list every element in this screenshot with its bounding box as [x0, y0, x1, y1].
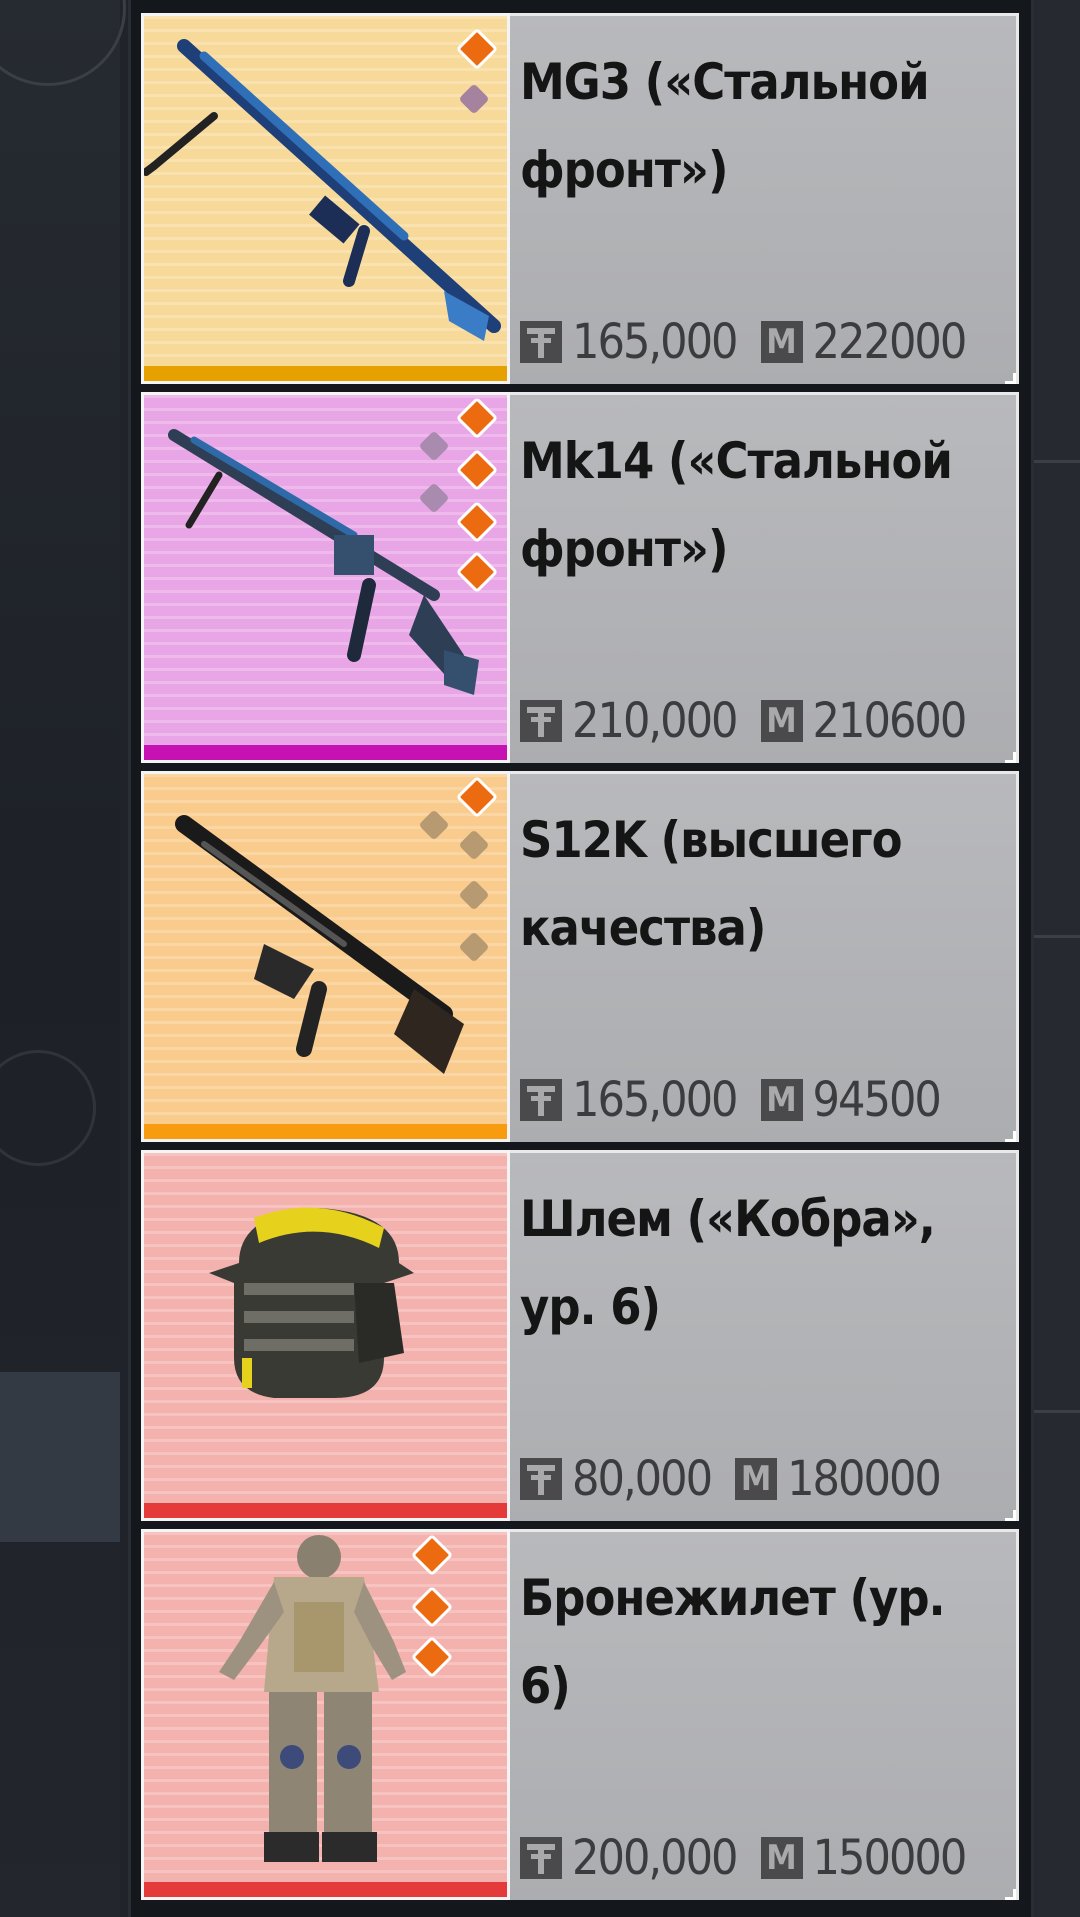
price-battle-points: 165,000	[572, 314, 739, 370]
list-item[interactable]: S12K (высшего качества) 165,000 M 94500	[141, 771, 1019, 1142]
divider	[1030, 935, 1080, 938]
price-battle-points: 80,000	[572, 1451, 713, 1507]
item-name: MG3 («Стальной фронт»)	[520, 53, 930, 199]
item-prices: 210,000 M 210600	[520, 691, 1006, 751]
rarity-dot-active	[455, 775, 499, 819]
rarity-dot-inactive	[458, 829, 490, 861]
m-coin-icon: M	[760, 700, 803, 742]
background-left	[0, 0, 120, 1917]
item-thumbnail	[141, 13, 510, 384]
rarity-bar	[144, 745, 507, 760]
item-info: Бронежилет (ур. 6) 200,000 M 150000	[510, 1529, 1019, 1900]
item-thumbnail	[141, 1150, 510, 1521]
item-info: Mk14 («Стальной фронт») 210,000 M 210600	[510, 392, 1019, 763]
price-battle-points: 165,000	[572, 1072, 739, 1128]
list-item[interactable]: Шлем («Кобра», ур. 6) 80,000 M 180000	[141, 1150, 1019, 1521]
divider	[1030, 460, 1080, 463]
m-coin-icon: M	[735, 1458, 778, 1500]
rarity-dot-inactive	[418, 809, 450, 841]
item-thumbnail	[141, 1529, 510, 1900]
rarity-dot-inactive	[458, 83, 490, 115]
battle-points-icon	[520, 1458, 562, 1500]
price-battle-points: 200,000	[572, 1830, 739, 1886]
item-prices: 200,000 M 150000	[520, 1828, 1006, 1888]
rarity-dot-active	[410, 1635, 454, 1679]
rarity-dots	[387, 774, 507, 1004]
rarity-dot-active	[455, 396, 499, 440]
background-band	[0, 1372, 120, 1542]
rarity-dots	[387, 395, 507, 625]
rarity-dots	[387, 1532, 507, 1762]
item-info: MG3 («Стальной фронт») 165,000 M 222000	[510, 13, 1019, 384]
rarity-dot-active	[410, 1585, 454, 1629]
rarity-dot-active	[455, 448, 499, 492]
m-coin-icon: M	[760, 1079, 803, 1121]
m-coin-icon: M	[760, 1837, 803, 1879]
battle-points-icon	[520, 1837, 562, 1879]
price-m-coins: 150000	[812, 1830, 968, 1886]
item-name: S12K (высшего качества)	[520, 811, 903, 957]
price-m-coins: 210600	[812, 693, 968, 749]
item-info: S12K (высшего качества) 165,000 M 94500	[510, 771, 1019, 1142]
list-item[interactable]: MG3 («Стальной фронт») 165,000 M 222000	[141, 13, 1019, 384]
price-m-coins: 222000	[812, 314, 968, 370]
rarity-bar	[144, 1503, 507, 1518]
price-m-coins: 180000	[787, 1451, 942, 1507]
list-item[interactable]: Mk14 («Стальной фронт») 210,000 M 210600	[141, 392, 1019, 763]
price-m-coins: 94500	[812, 1072, 942, 1128]
rarity-dot-inactive	[418, 482, 450, 514]
rarity-dot-inactive	[458, 931, 490, 963]
rarity-bar	[144, 1124, 507, 1139]
list-item[interactable]: Бронежилет (ур. 6) 200,000 M 150000	[141, 1529, 1019, 1900]
rarity-bar	[144, 366, 507, 381]
item-thumbnail	[141, 392, 510, 763]
rarity-dots	[387, 1153, 507, 1383]
rarity-dot-active	[455, 27, 499, 71]
divider	[1030, 1410, 1080, 1413]
rarity-dot-active	[410, 1533, 454, 1577]
rarity-dot-active	[455, 500, 499, 544]
item-name: Бронежилет (ур. 6)	[520, 1569, 946, 1715]
item-name: Шлем («Кобра», ур. 6)	[520, 1190, 936, 1336]
rarity-dot-inactive	[418, 430, 450, 462]
item-name: Mk14 («Стальной фронт»)	[520, 432, 953, 578]
item-prices: 80,000 M 180000	[520, 1449, 1006, 1509]
item-info: Шлем («Кобра», ур. 6) 80,000 M 180000	[510, 1150, 1019, 1521]
rarity-dot-active	[455, 550, 499, 594]
item-thumbnail	[141, 771, 510, 1142]
price-battle-points: 210,000	[572, 693, 739, 749]
rarity-bar	[144, 1882, 507, 1897]
battle-points-icon	[520, 1079, 562, 1121]
rarity-dot-inactive	[458, 879, 490, 911]
battle-points-icon	[520, 321, 562, 363]
item-prices: 165,000 M 222000	[520, 312, 1006, 372]
m-coin-icon: M	[760, 321, 803, 363]
rarity-dots	[387, 16, 507, 246]
item-prices: 165,000 M 94500	[520, 1070, 1006, 1130]
battle-points-icon	[520, 700, 562, 742]
